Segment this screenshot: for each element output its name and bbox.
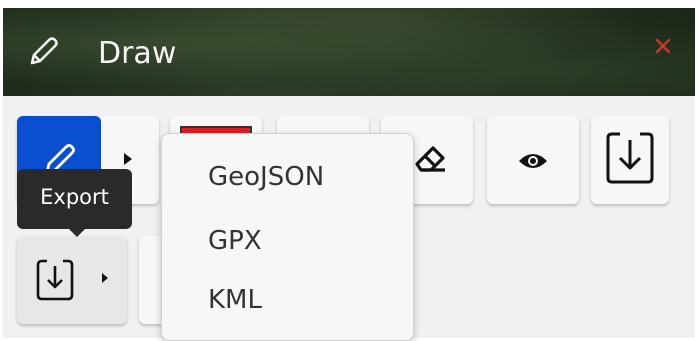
export-menu-item-kml[interactable]: KML — [208, 285, 262, 315]
export-menu-item-gpx[interactable]: GPX — [208, 226, 262, 256]
visibility-tool-button[interactable] — [487, 116, 579, 204]
export-tool-button[interactable] — [17, 236, 127, 324]
pencil-icon — [30, 37, 58, 65]
close-icon[interactable] — [651, 34, 675, 58]
export-menu-item-geojson[interactable]: GeoJSON — [208, 162, 324, 192]
export-menu: GeoJSON GPX KML — [161, 133, 414, 341]
import-tool-button[interactable] — [591, 116, 669, 204]
caret-right-icon — [102, 273, 108, 283]
export-tooltip: Export — [17, 169, 132, 229]
caret-right-icon — [124, 153, 132, 165]
panel-title: Draw — [98, 36, 177, 71]
panel-header: Draw — [3, 8, 695, 96]
tooltip-arrow — [69, 229, 85, 237]
download-box-icon — [36, 259, 74, 301]
download-box-icon — [606, 132, 654, 184]
eye-icon — [519, 154, 547, 168]
